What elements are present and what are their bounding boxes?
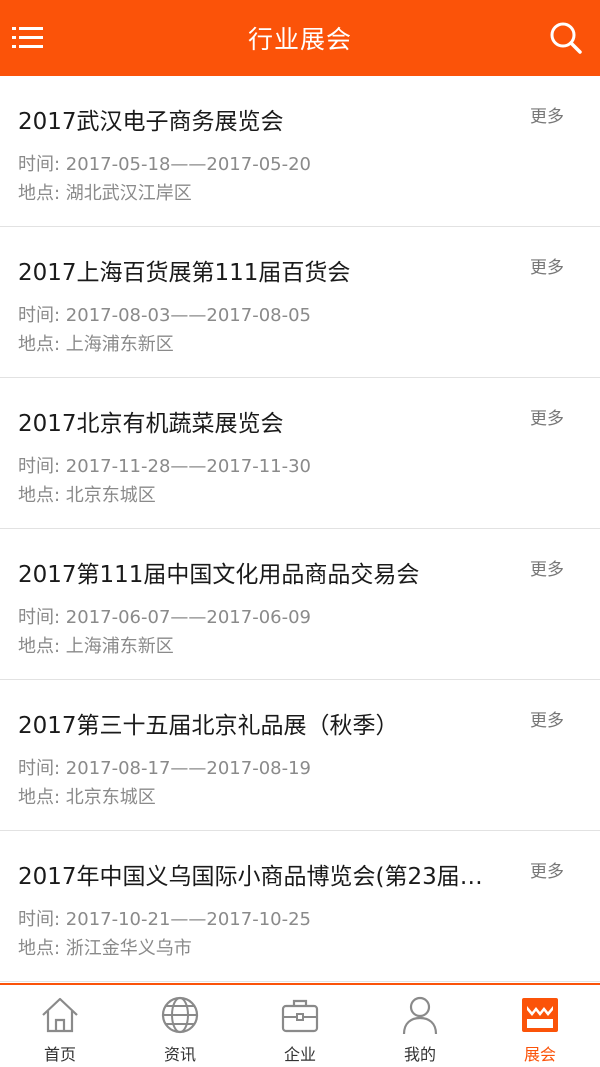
exhibition-icon (522, 998, 558, 1032)
menu-button[interactable] (8, 18, 48, 58)
list-item[interactable]: 2017第三十五届北京礼品展（秋季） 更多 时间: 2017-08-17——20… (0, 680, 600, 831)
home-icon (42, 997, 78, 1033)
exhibition-time: 时间: 2017-05-18——2017-05-20 (18, 154, 312, 175)
tab-exhibition[interactable]: 展会 (480, 985, 600, 1067)
exhibition-name: 2017上海百货展第111届百货会 (18, 260, 351, 286)
more-link[interactable]: 更多 (530, 102, 564, 127)
app-header: 行业展会 (0, 0, 600, 76)
bottom-tab-bar: 首页 资讯 企业 我的 展会 (0, 983, 600, 1067)
exhibition-name: 2017武汉电子商务展览会 (18, 109, 284, 135)
exhibition-name: 2017第111届中国文化用品商品交易会 (18, 562, 420, 588)
tab-home[interactable]: 首页 (0, 985, 120, 1067)
exhibition-place: 地点: 北京东城区 (18, 787, 156, 808)
list-item[interactable]: 2017北京有机蔬菜展览会 更多 时间: 2017-11-28——2017-11… (0, 378, 600, 529)
user-icon (402, 996, 438, 1035)
exhibition-list[interactable]: 2017武汉电子商务展览会 更多 时间: 2017-05-18——2017-05… (0, 76, 600, 983)
exhibition-time: 时间: 2017-10-21——2017-10-25 (18, 909, 312, 930)
more-link[interactable]: 更多 (530, 555, 564, 580)
tab-mine[interactable]: 我的 (360, 985, 480, 1067)
more-link[interactable]: 更多 (530, 857, 564, 882)
exhibition-time: 时间: 2017-06-07——2017-06-09 (18, 607, 312, 628)
globe-icon (161, 996, 199, 1034)
tab-company[interactable]: 企业 (240, 985, 360, 1067)
more-link[interactable]: 更多 (530, 706, 564, 731)
tab-label: 资讯 (163, 1045, 196, 1064)
tab-label: 我的 (403, 1045, 436, 1064)
more-link[interactable]: 更多 (530, 253, 564, 278)
exhibition-place: 地点: 湖北武汉江岸区 (18, 183, 192, 204)
exhibition-name: 2017第三十五届北京礼品展（秋季） (18, 713, 399, 739)
exhibition-place: 地点: 浙江金华义乌市 (18, 938, 192, 959)
list-item[interactable]: 2017第111届中国文化用品商品交易会 更多 时间: 2017-06-07——… (0, 529, 600, 680)
page-title: 行业展会 (247, 25, 352, 54)
list-item[interactable]: 2017年中国义乌国际小商品博览会(第23届… 更多 时间: 2017-10-2… (0, 831, 600, 982)
exhibition-place: 地点: 上海浦东新区 (18, 334, 174, 355)
briefcase-icon (281, 999, 319, 1033)
tab-label: 展会 (523, 1045, 556, 1064)
list-item[interactable]: 2017武汉电子商务展览会 更多 时间: 2017-05-18——2017-05… (0, 76, 600, 227)
search-button[interactable] (546, 18, 586, 58)
exhibition-name: 2017年中国义乌国际小商品博览会(第23届… (18, 864, 483, 890)
exhibition-place: 地点: 上海浦东新区 (18, 636, 174, 657)
exhibition-time: 时间: 2017-11-28——2017-11-30 (18, 456, 312, 477)
exhibition-name: 2017北京有机蔬菜展览会 (18, 411, 284, 437)
exhibition-time: 时间: 2017-08-17——2017-08-19 (18, 758, 312, 779)
tab-label: 首页 (43, 1045, 76, 1064)
more-link[interactable]: 更多 (530, 404, 564, 429)
exhibition-time: 时间: 2017-08-03——2017-08-05 (18, 305, 312, 326)
tab-news[interactable]: 资讯 (120, 985, 240, 1067)
exhibition-place: 地点: 北京东城区 (18, 485, 156, 506)
tab-label: 企业 (283, 1045, 316, 1064)
menu-icon (12, 27, 43, 48)
list-item[interactable]: 2017上海百货展第111届百货会 更多 时间: 2017-08-03——201… (0, 227, 600, 378)
search-icon (550, 22, 582, 54)
